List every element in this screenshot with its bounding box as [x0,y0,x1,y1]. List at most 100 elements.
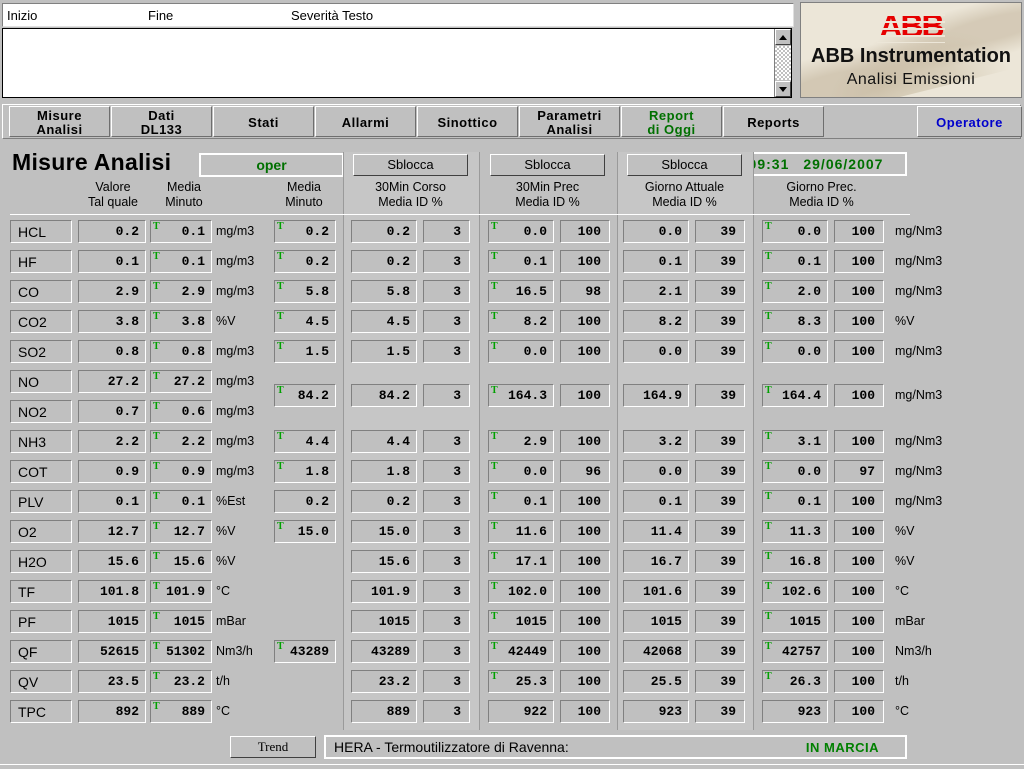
tab-parametri[interactable]: Parametri Analisi [519,106,620,137]
scroll-down-arrow-icon[interactable] [775,81,791,97]
row-label-CO: CO [10,280,72,303]
cell-giorno-attuale-id-H2O-text: 39 [720,554,736,569]
cell-giorno-attuale-id-QF-text: 39 [720,644,736,659]
cell-giorno-prec-id-TF: 100 [834,580,884,603]
cell-giorno-prec-media-CO2: T 8.3 [762,310,828,333]
cell-giorno-prec-id-NO: 100 [834,384,884,407]
telemetry-t-icon: T [765,341,772,352]
cell-valore-tal-quale-SO2: 0.8 [78,340,146,363]
header-divider [10,214,910,215]
operator-mode-label: oper [256,157,287,173]
tab-stati[interactable]: Stati [213,106,314,137]
cell-giorno-attuale-media-PLV: 0.1 [623,490,689,513]
alarm-banner: Inizio Fine Severità Testo [0,0,796,100]
unit-label-2-PLV: mg/Nm3 [895,494,943,508]
cell-30min-corso-media-CO2: 4.5 [351,310,417,333]
unit-label-2-HCL: mg/Nm3 [895,224,943,238]
cell-giorno-attuale-media-O2-text: 11.4 [650,524,682,539]
alarm-list-panel[interactable] [2,28,792,98]
cell-30min-corso-media-TF: 101.9 [351,580,417,603]
cell-media-minuto2-HF-text: 0.2 [305,254,329,269]
row-label-QF: QF [10,640,72,663]
cell-media-minuto-PF-text: 1015 [173,614,205,629]
scroll-up-arrow-icon[interactable] [775,29,791,45]
cell-giorno-attuale-media-HF: 0.1 [623,250,689,273]
telemetry-t-icon: T [153,281,160,292]
cell-media-minuto-NO2: T 0.6 [150,400,212,423]
tab-allarmi[interactable]: Allarmi [315,106,416,137]
cell-giorno-prec-id-O2-text: 100 [851,524,875,539]
cell-30min-prec-id-CO2-text: 100 [577,314,601,329]
telemetry-t-icon: T [277,341,284,352]
row-label-HF: HF [10,250,72,273]
cell-30min-corso-media-COT: 1.8 [351,460,417,483]
unit-label-2-CO: mg/Nm3 [895,284,943,298]
cell-30min-prec-id-NH3-text: 100 [577,434,601,449]
cell-media-minuto2-PLV: 0.2 [274,490,336,513]
cell-giorno-attuale-id-CO-text: 39 [720,284,736,299]
cell-media-minuto2-COT-text: 1.8 [305,464,329,479]
telemetry-t-icon: T [153,521,160,532]
telemetry-t-icon: T [491,281,498,292]
cell-giorno-attuale-id-QV-text: 39 [720,674,736,689]
telemetry-t-icon: T [277,311,284,322]
tab-sinottico[interactable]: Sinottico [417,106,518,137]
cell-media-minuto-SO2: T 0.8 [150,340,212,363]
cell-30min-corso-id-QV: 3 [423,670,470,693]
unit-label-1-NO: mg/m3 [216,374,255,388]
cell-giorno-attuale-media-CO-text: 2.1 [658,284,682,299]
column-header-giorno-attuale: Giorno Attuale Media ID % [617,180,752,210]
cell-valore-tal-quale-NH3: 2.2 [78,430,146,453]
cell-30min-prec-id-CO: 98 [560,280,610,303]
cell-valore-tal-quale-SO2-text: 0.8 [115,344,139,359]
row-label-NO-text: NO [18,374,39,390]
cell-giorno-attuale-id-NO: 39 [695,384,745,407]
tab-reports[interactable]: Reports [723,106,824,137]
cell-30min-corso-id-PF-text: 3 [453,614,461,629]
cell-giorno-prec-id-O2: 100 [834,520,884,543]
tab-misure[interactable]: Misure Analisi [9,106,110,137]
cell-30min-prec-id-H2O-text: 100 [577,554,601,569]
alarm-list[interactable] [3,29,773,97]
unlock-button-30min-prec[interactable]: Sblocca [490,154,605,176]
telemetry-t-icon: T [765,551,772,562]
cell-30min-prec-media-HF-text: 0.1 [523,254,547,269]
cell-media-minuto-HF: T 0.1 [150,250,212,273]
row-label-CO2-text: CO2 [18,314,47,330]
unlock-button-giorno-attuale[interactable]: Sblocca [627,154,742,176]
scrollbar-track[interactable] [775,46,791,80]
cell-media-minuto2-O2-text: 15.0 [297,524,329,539]
application-window: Inizio Fine Severità Testo ABB ABB Instr… [0,0,1024,769]
unlock-button-30min-corso[interactable]: Sblocca [353,154,468,176]
cell-media-minuto2-QF-text: 43289 [289,644,329,659]
cell-30min-prec-media-PLV: T 0.1 [488,490,554,513]
cell-30min-corso-media-HCL: 0.2 [351,220,417,243]
cell-valore-tal-quale-PF-text: 1015 [107,614,139,629]
trend-button[interactable]: Trend [230,736,316,758]
cell-giorno-prec-media-CO2-text: 8.3 [797,314,821,329]
operator-mode-display[interactable]: oper [199,153,344,177]
tab-dati[interactable]: Dati DL133 [111,106,212,137]
tab-report[interactable]: Report di Oggi [621,106,722,137]
cell-media-minuto-O2-text: 12.7 [173,524,205,539]
cell-30min-prec-id-SO2: 100 [560,340,610,363]
cell-giorno-prec-media-O2-text: 11.3 [789,524,821,539]
telemetry-t-icon: T [765,641,772,652]
cell-giorno-prec-media-QV-text: 26.3 [789,674,821,689]
cell-giorno-attuale-media-PLV-text: 0.1 [658,494,682,509]
tab-operatore[interactable]: Operatore [917,106,1022,137]
telemetry-t-icon: T [765,521,772,532]
row-label-NO2: NO2 [10,400,72,423]
telemetry-t-icon: T [277,461,284,472]
cell-30min-prec-media-NO: T 164.3 [488,384,554,407]
cell-valore-tal-quale-O2: 12.7 [78,520,146,543]
cell-media-minuto2-QF: T 43289 [274,640,336,663]
unit-label-1-COT: mg/m3 [216,464,255,478]
cell-30min-corso-id-CO2-text: 3 [453,314,461,329]
column-header-line2: Media ID % [515,195,580,209]
alarm-scrollbar[interactable] [774,29,791,97]
cell-30min-prec-id-HF: 100 [560,250,610,273]
telemetry-t-icon: T [153,311,160,322]
telemetry-t-icon: T [153,551,160,562]
cell-30min-prec-media-NH3-text: 2.9 [523,434,547,449]
